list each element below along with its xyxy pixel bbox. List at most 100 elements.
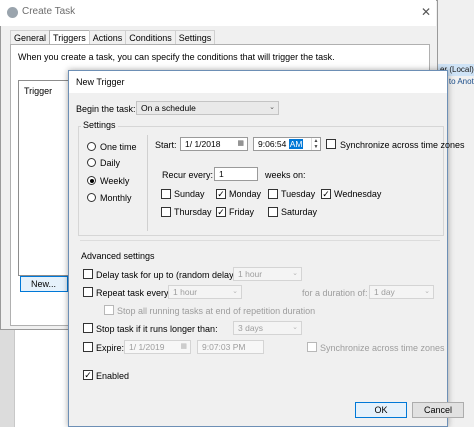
day-monday-checkbox[interactable]: ✓	[216, 189, 226, 199]
delay-task-checkbox[interactable]	[83, 269, 93, 279]
begin-task-label: Begin the task:	[76, 104, 136, 114]
stop-longer-select[interactable]: 3 days ⌄	[233, 321, 302, 335]
new-trigger-title: New Trigger	[76, 77, 125, 87]
radio-weekly[interactable]	[87, 176, 96, 185]
tab-settings[interactable]: Settings	[174, 30, 216, 44]
expire-date-field[interactable]: 1/ 1/2019 ▦	[124, 340, 191, 354]
day-thursday-label: Thursday	[174, 207, 212, 217]
day-sunday-label: Sunday	[174, 189, 205, 199]
chevron-down-icon: ⌄	[232, 288, 238, 295]
monthly-label: Monthly	[100, 193, 132, 203]
recur-every-label: Recur every:	[162, 170, 214, 180]
weeks-on-label: weeks on:	[265, 170, 306, 180]
calendar-icon[interactable]: ▦	[237, 138, 244, 150]
check-icon: ✓	[217, 189, 225, 199]
duration-value: 1 day	[374, 287, 395, 297]
recur-every-value: 1	[219, 169, 224, 179]
delay-task-value: 1 hour	[238, 269, 263, 279]
chevron-down-icon: ⌄	[292, 270, 298, 277]
chevron-down-icon: ⌄	[292, 324, 298, 331]
check-icon: ✓	[84, 370, 92, 380]
task-scheduler-icon	[7, 7, 18, 18]
sync-timezones-label: Synchronize across time zones	[340, 140, 465, 150]
check-icon: ✓	[322, 189, 330, 199]
cancel-button[interactable]: Cancel	[412, 402, 464, 418]
start-date-value: 1/ 1/2018	[185, 139, 221, 149]
close-icon[interactable]: ✕	[418, 4, 434, 20]
expire-sync-label: Synchronize across time zones	[320, 343, 445, 353]
tab-triggers[interactable]: Triggers	[49, 30, 90, 45]
background-scroll-strip	[0, 330, 14, 427]
new-trigger-button[interactable]: New...	[20, 276, 68, 292]
radio-one-time[interactable]	[87, 142, 96, 151]
stop-longer-value: 3 days	[238, 323, 264, 333]
expire-checkbox[interactable]	[83, 342, 93, 352]
start-date-field[interactable]: 1/ 1/2018 ▦	[180, 137, 248, 151]
day-friday-checkbox[interactable]: ✓	[216, 207, 226, 217]
triggers-description: When you create a task, you can specify …	[18, 52, 335, 62]
day-monday-label: Monday	[229, 189, 262, 199]
day-thursday-checkbox[interactable]	[161, 207, 171, 217]
chevron-down-icon: ⌄	[269, 104, 275, 111]
day-wednesday-label: Wednesday	[334, 189, 382, 199]
trigger-list[interactable]	[18, 80, 74, 276]
enabled-label: Enabled	[96, 371, 130, 381]
stop-all-tasks-label: Stop all running tasks at end of repetit…	[117, 306, 316, 316]
delay-task-label: Delay task for up to (random delay):	[96, 270, 240, 280]
new-trigger-titlebar	[69, 71, 447, 93]
begin-task-value: On a schedule	[141, 103, 196, 113]
duration-label: for a duration of:	[302, 288, 368, 298]
duration-select[interactable]: 1 day ⌄	[369, 285, 434, 299]
advanced-divider	[80, 240, 440, 241]
stop-longer-checkbox[interactable]	[83, 323, 93, 333]
radio-monthly[interactable]	[87, 193, 96, 202]
daily-label: Daily	[100, 158, 121, 168]
recur-every-input[interactable]: 1	[214, 167, 258, 181]
sync-timezones-checkbox[interactable]	[326, 139, 336, 149]
background-panel	[14, 330, 70, 427]
tab-actions[interactable]: Actions	[88, 30, 127, 44]
repeat-task-checkbox[interactable]	[83, 287, 93, 297]
spin-down-icon: ▼	[313, 144, 319, 150]
expire-time-field[interactable]: 9:07:03 PM	[197, 340, 264, 354]
tab-conditions[interactable]: Conditions	[125, 30, 176, 44]
day-tuesday-checkbox[interactable]	[268, 189, 278, 199]
calendar-icon: ▦	[180, 343, 187, 350]
check-icon: ✓	[217, 207, 225, 217]
start-label: Start:	[155, 140, 177, 150]
tab-general[interactable]: General	[10, 30, 51, 44]
expire-date-value: 1/ 1/2019	[129, 342, 165, 352]
expire-sync-checkbox[interactable]	[307, 342, 317, 352]
ok-button[interactable]: OK	[355, 402, 407, 418]
day-sunday-checkbox[interactable]	[161, 189, 171, 199]
expire-time-value: 9:07:03 PM	[202, 342, 246, 352]
weekly-label: Weekly	[100, 176, 130, 186]
repeat-task-value: 1 hour	[173, 287, 198, 297]
repeat-task-select[interactable]: 1 hour ⌄	[168, 285, 242, 299]
time-spinner[interactable]: ▲ ▼	[311, 138, 320, 150]
stop-longer-label: Stop task if it runs longer than:	[96, 324, 218, 334]
create-task-tabs: General Triggers Actions Conditions Sett…	[10, 30, 216, 45]
begin-task-select[interactable]: On a schedule ⌄	[136, 101, 279, 115]
enabled-checkbox[interactable]: ✓	[83, 370, 93, 380]
repeat-task-label: Repeat task every:	[96, 288, 172, 298]
day-saturday-checkbox[interactable]	[268, 207, 278, 217]
one-time-label: One time	[100, 142, 137, 152]
day-friday-label: Friday	[229, 207, 255, 217]
expire-label: Expire:	[96, 343, 125, 353]
trigger-column-header: Trigger	[24, 86, 53, 96]
radio-daily[interactable]	[87, 158, 96, 167]
day-tuesday-label: Tuesday	[281, 189, 316, 199]
advanced-settings-label: Advanced settings	[81, 251, 155, 261]
stop-all-tasks-checkbox[interactable]	[104, 305, 114, 315]
chevron-down-icon: ⌄	[424, 288, 430, 295]
day-wednesday-checkbox[interactable]: ✓	[321, 189, 331, 199]
start-time-field[interactable]: 9:06:54 AM ▲ ▼	[253, 137, 321, 151]
start-time-ampm: AM	[288, 139, 304, 149]
settings-group-label: Settings	[81, 120, 118, 130]
day-saturday-label: Saturday	[281, 207, 318, 217]
start-time-value: 9:06:54	[258, 139, 289, 149]
settings-divider	[147, 135, 148, 231]
create-task-title: Create Task	[22, 6, 76, 17]
delay-task-select[interactable]: 1 hour ⌄	[233, 267, 302, 281]
